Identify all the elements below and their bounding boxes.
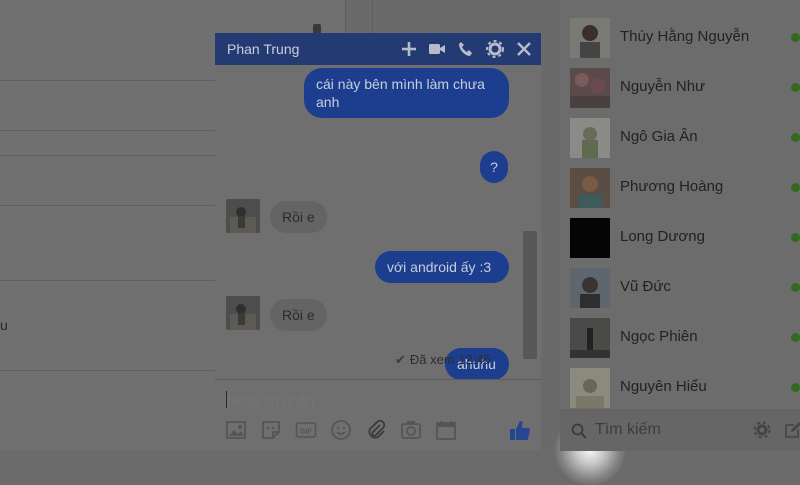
contact-avatar: [226, 296, 260, 330]
contact-item[interactable]: Thúy Hằng Nguyễn: [560, 13, 800, 63]
photo-icon[interactable]: [225, 419, 247, 441]
message-input[interactable]: [225, 391, 479, 411]
seen-check-icon: ✔: [395, 352, 406, 367]
feed-snippet: u: [0, 317, 8, 333]
online-status-dot: [791, 33, 800, 42]
gif-icon[interactable]: GIF: [295, 419, 317, 441]
chat-header[interactable]: Phan Trung: [215, 33, 541, 65]
online-status-dot: [791, 333, 800, 342]
chat-window: Phan Trung cái này bên mình làm chưa anh…: [215, 33, 625, 485]
contact-name: Long Dương: [620, 228, 705, 245]
contact-item[interactable]: Vũ Đức: [560, 263, 800, 313]
message-list[interactable]: cái này bên mình làm chưa anh ? Rồi e vớ…: [215, 65, 541, 379]
online-status-dot: [791, 133, 800, 142]
avatar: [570, 218, 610, 258]
phone-call-icon[interactable]: [457, 40, 475, 58]
contact-name: Vũ Đức: [620, 278, 671, 295]
message-outgoing: ?: [480, 151, 508, 183]
message-outgoing: với android ấy :3: [375, 251, 509, 283]
calendar-icon[interactable]: [435, 419, 457, 441]
contact-name: Ngô Gia Ân: [620, 128, 698, 145]
attachment-icon[interactable]: [365, 419, 387, 441]
message-incoming: Rồi e: [270, 299, 327, 331]
search-icon: [571, 423, 587, 439]
seen-status: ✔ Đã xem 12:45: [395, 352, 491, 368]
avatar: [570, 268, 610, 308]
svg-text:GIF: GIF: [300, 429, 312, 436]
contact-name: Nguyễn Như: [620, 78, 706, 95]
online-status-dot: [791, 83, 800, 92]
contact-item[interactable]: Ngô Gia Ân: [560, 113, 800, 163]
contact-item[interactable]: Long Dương: [560, 213, 800, 263]
like-icon[interactable]: [509, 419, 531, 441]
contact-name: Thúy Hằng Nguyễn: [620, 28, 750, 45]
contact-avatar: [226, 199, 260, 233]
online-status-dot: [791, 183, 800, 192]
contact-item[interactable]: Phương Hoàng: [560, 163, 800, 213]
video-call-icon[interactable]: [428, 40, 446, 58]
avatar: [570, 318, 610, 358]
search-placeholder[interactable]: Tìm kiếm: [595, 421, 661, 439]
composer-divider: [215, 379, 541, 380]
avatar: [570, 68, 610, 108]
sticker-icon[interactable]: [260, 419, 282, 441]
avatar: [570, 168, 610, 208]
message-outgoing: cái này bên mình làm chưa anh: [304, 68, 509, 118]
contacts-search-bar[interactable]: Tìm kiếm: [560, 410, 800, 451]
contact-item[interactable]: Ngọc Phiên: [560, 313, 800, 363]
avatar: [570, 118, 610, 158]
text-caret: [226, 391, 227, 408]
contact-item[interactable]: Nguyên Hiểu: [560, 363, 800, 413]
chat-title[interactable]: Phan Trung: [227, 41, 299, 57]
settings-gear-icon[interactable]: [753, 421, 771, 439]
emoji-icon[interactable]: [330, 419, 352, 441]
camera-icon[interactable]: [400, 419, 422, 441]
online-status-dot: [791, 283, 800, 292]
contact-name: Ngọc Phiên: [620, 328, 698, 345]
avatar: [570, 18, 610, 58]
online-status-dot: [791, 383, 800, 392]
contact-item[interactable]: Nguyễn Như: [560, 63, 800, 113]
contact-name: Phương Hoàng: [620, 178, 724, 195]
avatar: [570, 368, 610, 408]
seen-status-text: Đã xem 12:45: [409, 352, 491, 367]
add-people-icon[interactable]: [400, 40, 418, 58]
close-icon[interactable]: [515, 40, 533, 58]
message-scrollbar[interactable]: [523, 231, 537, 359]
message-incoming: Rồi e: [270, 201, 327, 233]
new-message-icon[interactable]: [784, 421, 800, 439]
contact-name: Nguyên Hiểu: [620, 378, 707, 395]
settings-gear-icon[interactable]: [486, 40, 504, 58]
online-status-dot: [791, 233, 800, 242]
contacts-sidebar: Thúy Hằng Nguyễn Nguyễn Như Ngô Gia Ân P…: [560, 0, 800, 450]
